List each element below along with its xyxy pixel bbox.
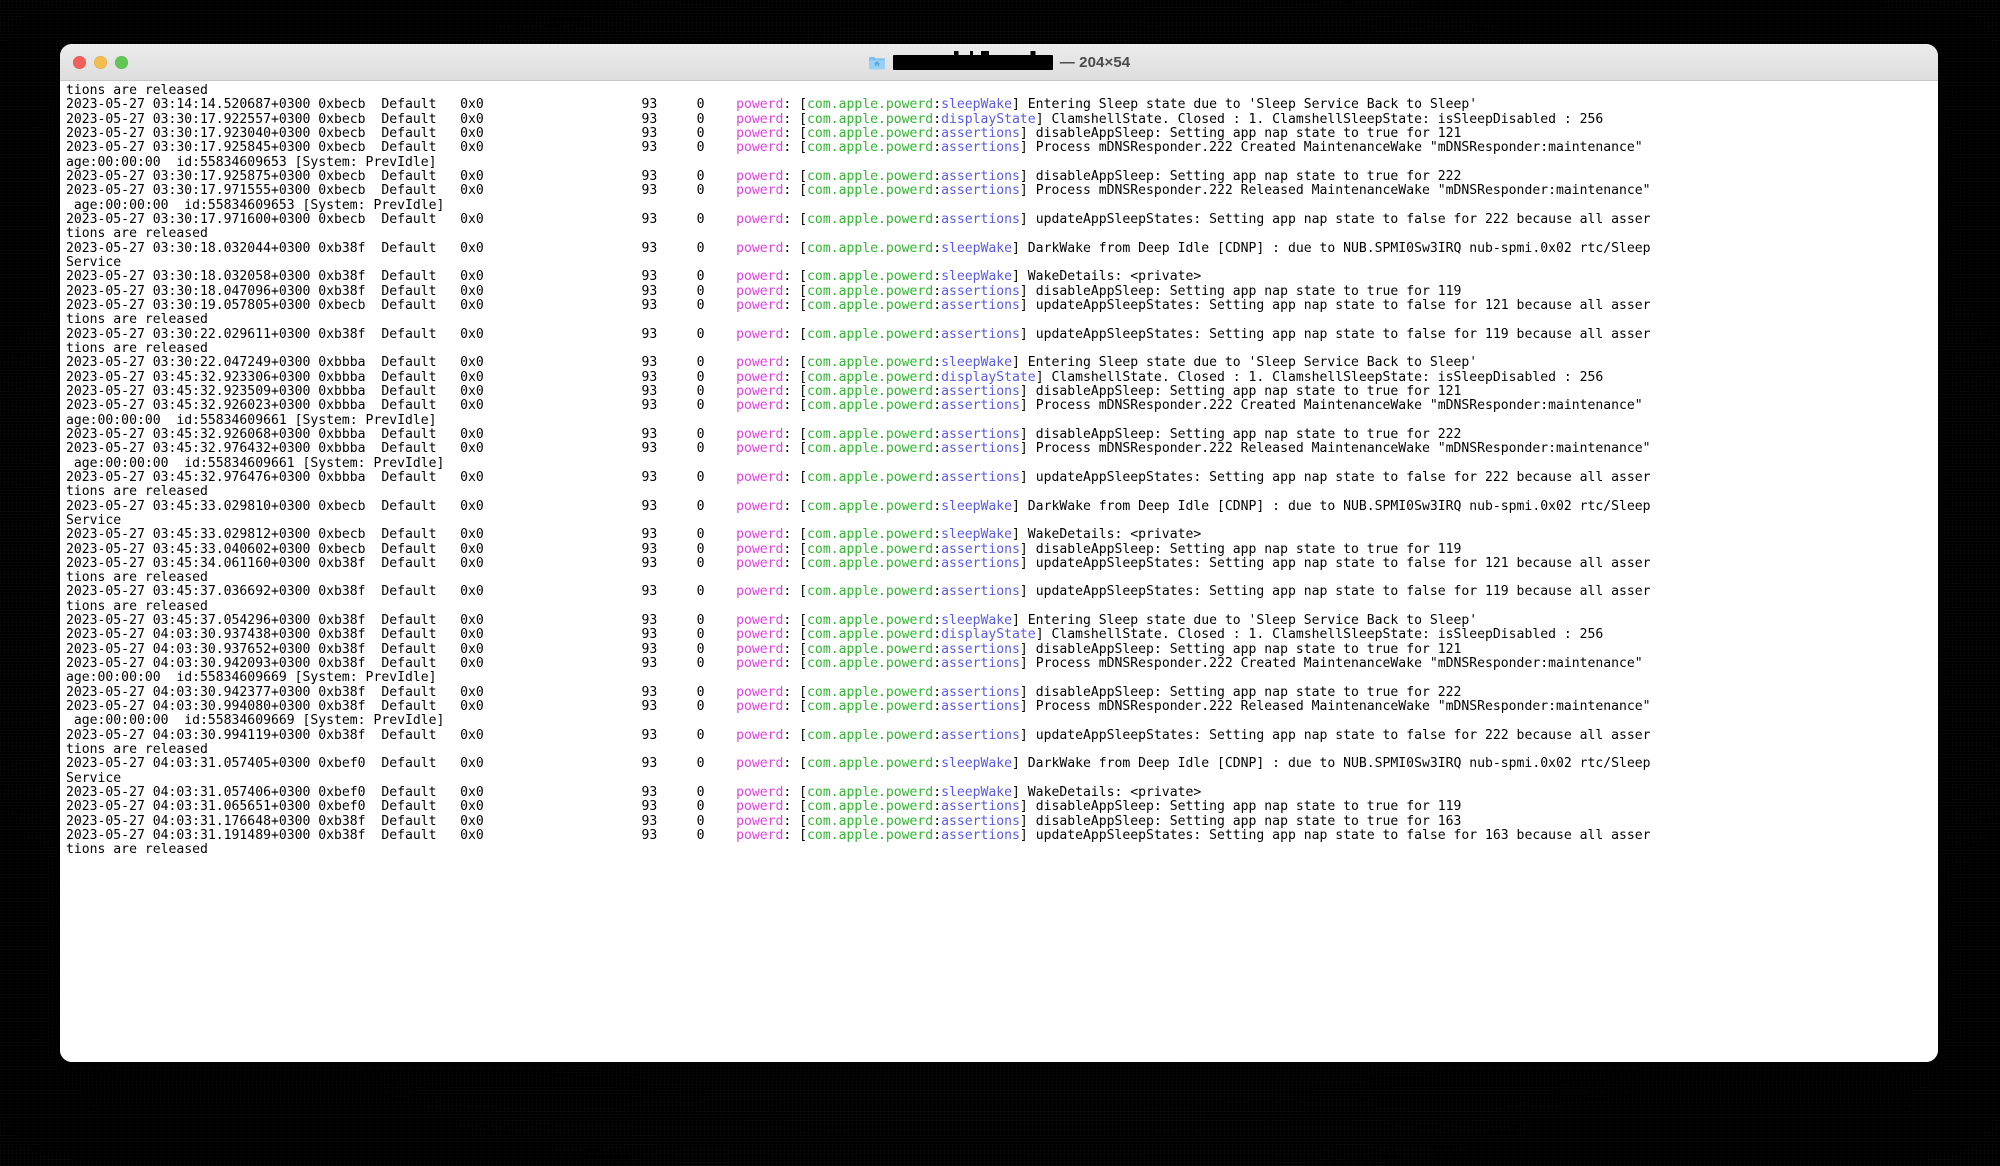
log-line: 2023-05-27 03:30:17.922557+0300 0xbecb D… — [66, 111, 1604, 127]
log-line: 2023-05-27 04:03:30.942377+0300 0xb38f D… — [66, 684, 1462, 700]
log-wrap-line: age:00:00:00 id:55834609653 [System: Pre… — [66, 197, 445, 213]
terminal-content-area[interactable]: tions are released 2023-05-27 03:14:14.52… — [60, 81, 1938, 1062]
log-line: 2023-05-27 03:45:32.926068+0300 0xbbba D… — [66, 426, 1462, 442]
log-wrap-line: tions are released — [66, 312, 208, 328]
log-line: 2023-05-27 03:45:33.029810+0300 0xbecb D… — [66, 498, 1651, 514]
log-wrap-line: Service — [66, 512, 122, 528]
log-output: tions are released 2023-05-27 03:14:14.52… — [66, 83, 1938, 858]
terminal-window: — 204×54 tions are released 2023-05-27 03… — [60, 44, 1938, 1062]
log-line: 2023-05-27 03:30:22.029611+0300 0xb38f D… — [66, 326, 1651, 342]
window-title: — 204×54 — [60, 50, 1938, 71]
log-line: 2023-05-27 04:03:31.057406+0300 0xbef0 D… — [66, 785, 1202, 801]
log-wrap-line: tions are released — [66, 570, 208, 586]
log-line: 2023-05-27 04:03:30.994080+0300 0xb38f D… — [66, 699, 1651, 715]
log-line: 2023-05-27 04:03:30.937438+0300 0xb38f D… — [66, 627, 1604, 643]
log-wrap-line: age:00:00:00 id:55834609669 [System: Pre… — [66, 670, 437, 686]
desktop-backdrop: — 204×54 tions are released 2023-05-27 03… — [0, 0, 2000, 1166]
window-title-bar[interactable]: — 204×54 — [60, 44, 1938, 81]
log-line: 2023-05-27 03:30:17.971555+0300 0xbecb D… — [66, 183, 1651, 199]
zoom-button[interactable] — [115, 55, 128, 69]
log-line: 2023-05-27 04:03:31.065651+0300 0xbef0 D… — [66, 799, 1462, 815]
traffic-light-group — [60, 55, 128, 69]
window-title-redacted-text — [892, 50, 1053, 70]
log-wrap-line: age:00:00:00 id:55834609661 [System: Pre… — [66, 455, 445, 471]
log-line: 2023-05-27 03:45:32.923306+0300 0xbbba D… — [66, 369, 1604, 385]
log-line: 2023-05-27 03:14:14.520687+0300 0xbecb D… — [66, 97, 1478, 113]
log-wrap-line: age:00:00:00 id:55834609653 [System: Pre… — [66, 154, 437, 170]
log-line: 2023-05-27 03:30:22.047249+0300 0xbbba D… — [66, 355, 1478, 371]
log-wrap-line: age:00:00:00 id:55834609661 [System: Pre… — [66, 412, 437, 428]
log-line: 2023-05-27 04:03:30.942093+0300 0xb38f D… — [66, 656, 1643, 672]
folder-icon — [868, 55, 886, 70]
log-line: 2023-05-27 04:03:31.057405+0300 0xbef0 D… — [66, 756, 1651, 772]
log-wrap-line: tions are released — [66, 340, 208, 356]
log-line: 2023-05-27 03:45:33.040602+0300 0xbecb D… — [66, 541, 1462, 557]
log-line: 2023-05-27 03:45:32.926023+0300 0xbbba D… — [66, 398, 1643, 414]
log-wrap-line: tions are released — [66, 484, 208, 500]
log-wrap-line: Service — [66, 770, 122, 786]
log-wrap-line: tions are released — [66, 598, 208, 614]
log-line: 2023-05-27 03:30:17.923040+0300 0xbecb D… — [66, 125, 1462, 141]
log-wrap-line: tions are released — [66, 226, 208, 242]
log-wrap-line: Service — [66, 254, 122, 270]
log-line: 2023-05-27 03:45:33.029812+0300 0xbecb D… — [66, 527, 1202, 543]
log-line: 2023-05-27 03:45:37.036692+0300 0xb38f D… — [66, 584, 1651, 600]
log-line: 2023-05-27 04:03:31.191489+0300 0xb38f D… — [66, 828, 1651, 844]
log-line: 2023-05-27 03:45:32.976476+0300 0xbbba D… — [66, 469, 1651, 485]
log-line: 2023-05-27 03:30:17.925875+0300 0xbecb D… — [66, 168, 1462, 184]
log-line: 2023-05-27 03:30:18.032044+0300 0xb38f D… — [66, 240, 1651, 256]
log-line: 2023-05-27 04:03:31.176648+0300 0xb38f D… — [66, 813, 1462, 829]
close-button[interactable] — [73, 55, 86, 69]
log-wrap-line: tions are released — [66, 742, 208, 758]
log-wrap-line: tions are released — [66, 842, 208, 858]
log-line: 2023-05-27 03:30:18.047096+0300 0xb38f D… — [66, 283, 1462, 299]
log-line: 2023-05-27 03:30:17.925845+0300 0xbecb D… — [66, 140, 1643, 156]
log-line: 2023-05-27 03:45:32.923509+0300 0xbbba D… — [66, 383, 1462, 399]
log-line: 2023-05-27 03:30:17.971600+0300 0xbecb D… — [66, 211, 1651, 227]
log-line: 2023-05-27 03:30:18.032058+0300 0xb38f D… — [66, 269, 1202, 285]
log-line: 2023-05-27 03:30:19.057805+0300 0xbecb D… — [66, 297, 1651, 313]
log-line: 2023-05-27 04:03:30.937652+0300 0xb38f D… — [66, 641, 1462, 657]
window-title-dimensions: — 204×54 — [1059, 53, 1131, 71]
log-wrap-line: age:00:00:00 id:55834609669 [System: Pre… — [66, 713, 445, 729]
minimize-button[interactable] — [94, 55, 107, 69]
log-line: 2023-05-27 03:45:37.054296+0300 0xb38f D… — [66, 613, 1478, 629]
log-wrap-line: tions are released — [66, 83, 208, 98]
log-line: 2023-05-27 03:45:34.061160+0300 0xb38f D… — [66, 555, 1651, 571]
log-line: 2023-05-27 03:45:32.976432+0300 0xbbba D… — [66, 441, 1651, 457]
log-line: 2023-05-27 04:03:30.994119+0300 0xb38f D… — [66, 727, 1651, 743]
